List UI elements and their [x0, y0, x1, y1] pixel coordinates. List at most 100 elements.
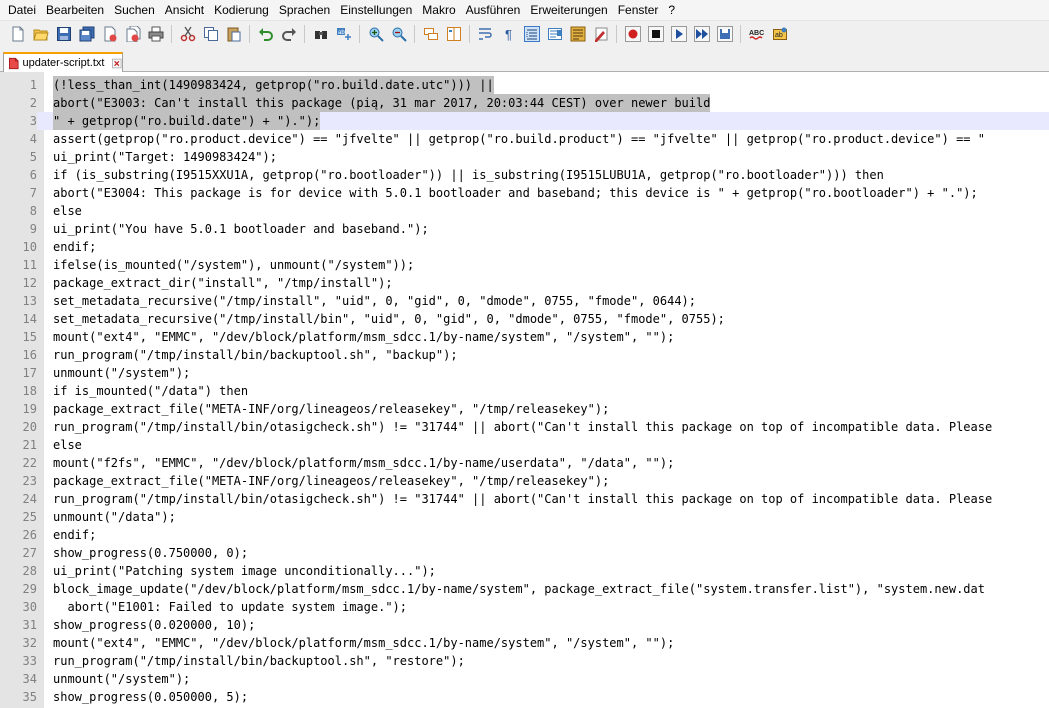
- code-line[interactable]: 32 mount("ext4", "EMMC", "/dev/block/plat…: [0, 634, 1049, 652]
- line-text: ui_print("Patching system image uncondit…: [53, 564, 436, 578]
- sync-horizontal-icon[interactable]: [446, 26, 462, 42]
- indent-guide-icon[interactable]: [523, 25, 540, 42]
- save-macro-icon[interactable]: [716, 25, 733, 42]
- menu-kodierung[interactable]: Kodierung: [209, 0, 274, 20]
- code-line[interactable]: 19 package_extract_file("META-INF/org/lin…: [0, 400, 1049, 418]
- cut-icon[interactable]: [180, 26, 196, 42]
- line-text: ifelse(is_mounted("/system"), unmount("/…: [53, 258, 415, 272]
- code-line[interactable]: 10 endif;: [0, 238, 1049, 256]
- code-line[interactable]: 26 endif;: [0, 526, 1049, 544]
- line-text: show_progress(0.020000, 10);: [53, 618, 256, 632]
- toolbar-separator: [414, 24, 415, 43]
- menu-datei[interactable]: Datei: [0, 0, 41, 20]
- zoom-out-icon[interactable]: [391, 26, 407, 42]
- line-text: abort("E3003: Can't install this package…: [53, 94, 711, 112]
- code-line[interactable]: 11 ifelse(is_mounted("/system"), unmount(…: [0, 256, 1049, 274]
- paste-icon[interactable]: [226, 26, 242, 42]
- toolbar: ab ¶ ABC ab: [0, 20, 1049, 46]
- code-line[interactable]: 4 assert(getprop("ro.product.device") == …: [0, 130, 1049, 148]
- toolbar-separator: [469, 24, 470, 43]
- code-line[interactable]: 21 else: [0, 436, 1049, 454]
- new-file-icon[interactable]: [10, 26, 26, 42]
- code-line[interactable]: 31 show_progress(0.020000, 10);: [0, 616, 1049, 634]
- toolbar-separator: [740, 24, 741, 43]
- record-macro-icon[interactable]: [624, 25, 641, 42]
- code-line[interactable]: 29 block_image_update("/dev/block/platfor…: [0, 580, 1049, 598]
- play-macro-icon[interactable]: [670, 25, 687, 42]
- close-tab-icon[interactable]: [112, 58, 122, 69]
- menu-ansicht[interactable]: Ansicht: [160, 0, 209, 20]
- code-line[interactable]: 33 run_program("/tmp/install/bin/backupto…: [0, 652, 1049, 670]
- code-line[interactable]: 20 run_program("/tmp/install/bin/otasigch…: [0, 418, 1049, 436]
- line-number: 2: [29, 96, 37, 110]
- code-line[interactable]: 18 if is_mounted("/data") then: [0, 382, 1049, 400]
- code-line[interactable]: 30 abort("E1001: Failed to update system…: [0, 598, 1049, 616]
- line-number: 4: [29, 132, 37, 146]
- code-line[interactable]: 24 run_program("/tmp/install/bin/otasigch…: [0, 490, 1049, 508]
- menu-fenster[interactable]: Fenster: [613, 0, 664, 20]
- folder-workspace-icon[interactable]: [593, 26, 609, 42]
- doc-map-icon[interactable]: [547, 26, 563, 42]
- code-line[interactable]: 8 else: [0, 202, 1049, 220]
- code-line[interactable]: 5 ui_print("Target: 1490983424");: [0, 148, 1049, 166]
- spell-check-icon[interactable]: ABC: [749, 26, 765, 42]
- save-icon[interactable]: [56, 26, 72, 42]
- line-text: show_progress(0.050000, 5);: [53, 690, 249, 704]
- copy-icon[interactable]: [203, 26, 219, 42]
- code-line[interactable]: 6 if (is_substring(I9515XXU1A, getprop("r…: [0, 166, 1049, 184]
- show-all-chars-icon[interactable]: ¶: [501, 26, 517, 42]
- tab-updater-script[interactable]: updater-script.txt: [3, 52, 123, 72]
- menu-bearbeiten[interactable]: Bearbeiten: [41, 0, 109, 20]
- redo-icon[interactable]: [281, 26, 297, 42]
- svg-text:ABC: ABC: [749, 30, 764, 37]
- code-editor[interactable]: 1 (!less_than_int(1490983424, getprop("ro…: [0, 72, 1049, 708]
- run-macro-multiple-icon[interactable]: [693, 25, 710, 42]
- find-icon[interactable]: [313, 26, 329, 42]
- replace-icon[interactable]: ab: [336, 26, 352, 42]
- toolbar-separator: [304, 24, 305, 43]
- menu-ausfuehren[interactable]: Ausführen: [461, 0, 526, 20]
- zoom-in-icon[interactable]: [368, 26, 384, 42]
- close-all-icon[interactable]: [125, 25, 141, 42]
- spell-check-options-icon[interactable]: ab: [772, 26, 788, 42]
- menu-makro[interactable]: Makro: [417, 0, 460, 20]
- code-line[interactable]: 15 mount("ext4", "EMMC", "/dev/block/plat…: [0, 328, 1049, 346]
- code-line[interactable]: 12 package_extract_dir("install", "/tmp/i…: [0, 274, 1049, 292]
- code-line[interactable]: 28 ui_print("Patching system image uncond…: [0, 562, 1049, 580]
- code-line[interactable]: 2 abort("E3003: Can't install this packag…: [0, 94, 1049, 112]
- menu-help[interactable]: ?: [663, 0, 680, 20]
- line-text: else: [53, 204, 82, 218]
- line-text: show_progress(0.750000, 0);: [53, 546, 249, 560]
- toolbar-separator: [359, 24, 360, 43]
- code-line[interactable]: 25 unmount("/data");: [0, 508, 1049, 526]
- line-number: 29: [22, 582, 37, 596]
- code-line[interactable]: 27 show_progress(0.750000, 0);: [0, 544, 1049, 562]
- code-line[interactable]: 17 unmount("/system");: [0, 364, 1049, 382]
- code-line[interactable]: 13 set_metadata_recursive("/tmp/install",…: [0, 292, 1049, 310]
- open-file-icon[interactable]: [32, 26, 49, 42]
- print-icon[interactable]: [148, 26, 164, 42]
- code-line[interactable]: 35 show_progress(0.050000, 5);: [0, 688, 1049, 706]
- code-line[interactable]: 23 package_extract_file("META-INF/org/lin…: [0, 472, 1049, 490]
- code-line[interactable]: 14 set_metadata_recursive("/tmp/install/b…: [0, 310, 1049, 328]
- word-wrap-icon[interactable]: [478, 26, 494, 42]
- code-line[interactable]: 22 mount("f2fs", "EMMC", "/dev/block/plat…: [0, 454, 1049, 472]
- code-line[interactable]: 3 " + getprop("ro.build.date") + ").");: [0, 112, 1049, 130]
- menu-sprachen[interactable]: Sprachen: [274, 0, 335, 20]
- save-all-icon[interactable]: [79, 26, 95, 42]
- menu-suchen[interactable]: Suchen: [109, 0, 160, 20]
- menu-erweiterungen[interactable]: Erweiterungen: [525, 0, 612, 20]
- line-text: block_image_update("/dev/block/platform/…: [53, 582, 985, 596]
- function-list-icon[interactable]: [570, 26, 586, 42]
- sync-vertical-icon[interactable]: [423, 26, 439, 42]
- stop-macro-icon[interactable]: [647, 25, 664, 42]
- code-line[interactable]: 16 run_program("/tmp/install/bin/backupto…: [0, 346, 1049, 364]
- code-line[interactable]: 7 abort("E3004: This package is for devic…: [0, 184, 1049, 202]
- close-icon[interactable]: [102, 26, 118, 42]
- undo-icon[interactable]: [258, 26, 274, 42]
- code-line[interactable]: 1 (!less_than_int(1490983424, getprop("ro…: [0, 76, 1049, 94]
- code-line[interactable]: 34 unmount("/system");: [0, 670, 1049, 688]
- code-line[interactable]: 9 ui_print("You have 5.0.1 bootloader and…: [0, 220, 1049, 238]
- menu-einstellungen[interactable]: Einstellungen: [335, 0, 417, 20]
- line-text: unmount("/system");: [53, 366, 191, 380]
